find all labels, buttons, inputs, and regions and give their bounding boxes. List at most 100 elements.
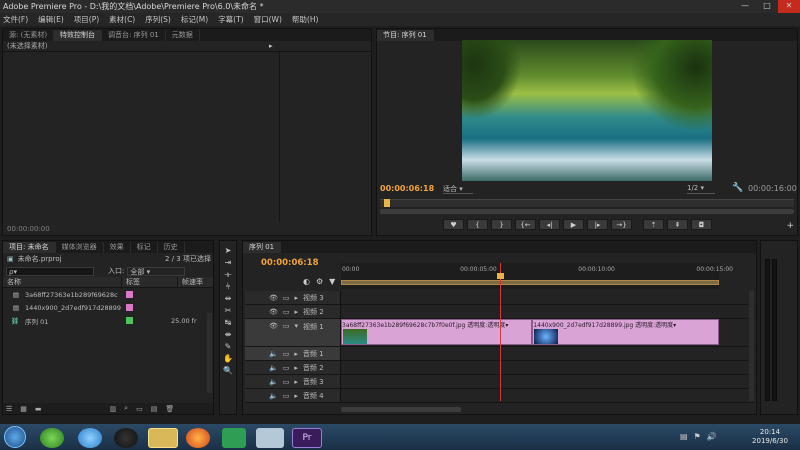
clip-effect[interactable]: 透明度:透明度▾	[635, 322, 676, 329]
expand-arrow-icon[interactable]: ▸	[294, 392, 298, 400]
add-marker-button[interactable]: ♥	[443, 219, 464, 230]
premiere-pro-taskbar-icon[interactable]: Pr	[292, 428, 322, 448]
program-zoom-bar[interactable]	[380, 209, 794, 214]
entry-dropdown[interactable]: 全部 ▾	[127, 266, 186, 276]
mark-in-button[interactable]: {	[467, 219, 488, 230]
speaker-icon[interactable]: 🔈	[269, 392, 278, 400]
start-button[interactable]	[4, 426, 26, 448]
browser-360-icon[interactable]	[40, 428, 64, 448]
rolling-edit-tool-icon[interactable]: ⫩	[222, 281, 234, 292]
expand-arrow-icon[interactable]: ▸	[295, 308, 299, 316]
firefox-icon[interactable]	[186, 428, 210, 448]
list-item[interactable]: ⛓ 序列 01 25.00 fr	[3, 314, 213, 327]
qq-icon[interactable]	[114, 428, 138, 448]
tab-effects[interactable]: 效果	[104, 242, 131, 253]
clock[interactable]: 20:14 2019/6/30	[744, 428, 796, 446]
playhead-handle[interactable]	[496, 273, 504, 279]
tab-markers[interactable]: 标记	[131, 242, 158, 253]
project-scrollbar[interactable]	[207, 313, 212, 393]
menu-clip[interactable]: 素材(C)	[109, 14, 135, 25]
timeline-ruler[interactable]: 00:00 00:00:05:00 00:00:10:00 00:00:15:00	[341, 263, 733, 289]
timeline-timecode[interactable]: 00:00:06:18	[261, 258, 319, 268]
tab-effect-controls[interactable]: 特效控制台	[54, 30, 103, 41]
lock-icon[interactable]: ▭	[283, 294, 290, 302]
collapse-arrow-icon[interactable]: ▾	[295, 322, 299, 330]
tab-media-browser[interactable]: 媒体浏览器	[56, 242, 104, 253]
speaker-icon[interactable]: 🔈	[269, 350, 278, 358]
step-back-button[interactable]: ◂|	[539, 219, 560, 230]
play-button[interactable]: ▶	[563, 219, 584, 230]
select-tool-icon[interactable]: ➤	[222, 245, 234, 256]
column-frame-rate[interactable]: 帧速率	[177, 277, 203, 287]
icon-view-icon[interactable]: ▦	[20, 405, 27, 413]
add-button-icon[interactable]: +	[786, 221, 794, 231]
ripple-edit-tool-icon[interactable]: ⟛	[222, 269, 234, 280]
volume-icon[interactable]: 🔊	[707, 432, 717, 441]
zoom-slider[interactable]: ▬	[35, 405, 42, 413]
list-item[interactable]: ▤ 1440x900_2d7edf917d28899	[3, 301, 213, 314]
tab-audio-mixer[interactable]: 调音台: 序列 01	[102, 30, 166, 41]
speaker-icon[interactable]: 🔈	[269, 364, 278, 372]
find-icon[interactable]: ⌕	[124, 404, 128, 413]
column-name[interactable]: 名称	[3, 277, 121, 287]
eye-icon[interactable]: 👁	[269, 308, 278, 316]
media-player-icon[interactable]	[222, 428, 246, 448]
column-label[interactable]: 标签	[121, 277, 177, 287]
new-item-icon[interactable]: ▤	[151, 405, 158, 413]
expand-arrow-icon[interactable]: ▸	[294, 364, 298, 372]
file-explorer-icon[interactable]	[148, 428, 178, 448]
program-scrub-bar[interactable]	[380, 199, 794, 207]
ie-icon[interactable]	[78, 428, 102, 448]
menu-window[interactable]: 窗口(W)	[254, 14, 282, 25]
speaker-icon[interactable]: 🔈	[269, 378, 278, 386]
eye-icon[interactable]: 👁	[269, 322, 278, 330]
menu-project[interactable]: 项目(P)	[74, 14, 99, 25]
slip-tool-icon[interactable]: ↹	[222, 317, 234, 328]
go-to-in-button[interactable]: {←	[515, 219, 536, 230]
step-forward-button[interactable]: |▸	[587, 219, 608, 230]
minimize-button[interactable]: —	[734, 0, 756, 13]
expand-arrow-icon[interactable]: ▸	[295, 294, 299, 302]
expand-arrow-icon[interactable]: ▸	[294, 378, 298, 386]
flag-icon[interactable]: ⚑	[694, 432, 701, 441]
track-select-tool-icon[interactable]: ⇥	[222, 257, 234, 268]
menu-file[interactable]: 文件(F)	[3, 14, 28, 25]
list-item[interactable]: ▤ 3a68ff27363e1b289f69628c	[3, 288, 213, 301]
timeline-scrollbar[interactable]	[341, 407, 461, 412]
razor-tool-icon[interactable]: ✂	[222, 305, 234, 316]
pen-tool-icon[interactable]: ✎	[222, 341, 234, 352]
zoom-tool-icon[interactable]: 🔍	[222, 365, 234, 376]
extract-button[interactable]: ⇞	[667, 219, 688, 230]
automate-icon[interactable]: ▥	[110, 405, 117, 413]
tab-sequence[interactable]: 序列 01	[243, 242, 282, 253]
search-input[interactable]: ρ▾	[6, 266, 94, 276]
go-to-out-button[interactable]: →}	[611, 219, 632, 230]
maximize-button[interactable]: □	[756, 0, 778, 13]
tab-history[interactable]: 历史	[158, 242, 185, 253]
timeline-playhead[interactable]	[496, 263, 504, 401]
list-view-icon[interactable]: ☰	[6, 405, 12, 413]
app-window-icon[interactable]	[256, 428, 284, 448]
fit-dropdown[interactable]: 适合 ▾	[443, 184, 473, 194]
lock-icon[interactable]: ▭	[283, 322, 290, 330]
add-marker-icon[interactable]: ▼	[329, 277, 335, 286]
close-button[interactable]: ✕	[778, 0, 800, 13]
expand-arrow-icon[interactable]: ▸	[294, 350, 298, 358]
mark-out-button[interactable]: }	[491, 219, 512, 230]
tab-source[interactable]: 源: (无素材)	[3, 30, 55, 41]
hand-tool-icon[interactable]: ✋	[222, 353, 234, 364]
resolution-dropdown[interactable]: 1/2 ▾	[687, 184, 715, 194]
link-icon[interactable]: ⚙	[316, 277, 323, 286]
ruler-work-area-bar[interactable]	[341, 280, 719, 285]
wrench-icon[interactable]: 🔧	[732, 183, 743, 193]
slide-tool-icon[interactable]: ⇼	[222, 329, 234, 340]
export-frame-button[interactable]: ◘	[691, 219, 712, 230]
lock-icon[interactable]: ▭	[283, 392, 290, 400]
menu-sequence[interactable]: 序列(S)	[145, 14, 171, 25]
snap-icon[interactable]: ◐	[303, 277, 310, 286]
lock-icon[interactable]: ▭	[283, 308, 290, 316]
video-clip[interactable]: 1440x900_2d7edf917d28899.jpg 透明度:透明度▾	[532, 319, 719, 345]
program-playhead[interactable]	[384, 199, 391, 207]
lift-button[interactable]: ⇡	[643, 219, 664, 230]
tab-program-monitor[interactable]: 节目: 序列 01	[377, 30, 434, 41]
